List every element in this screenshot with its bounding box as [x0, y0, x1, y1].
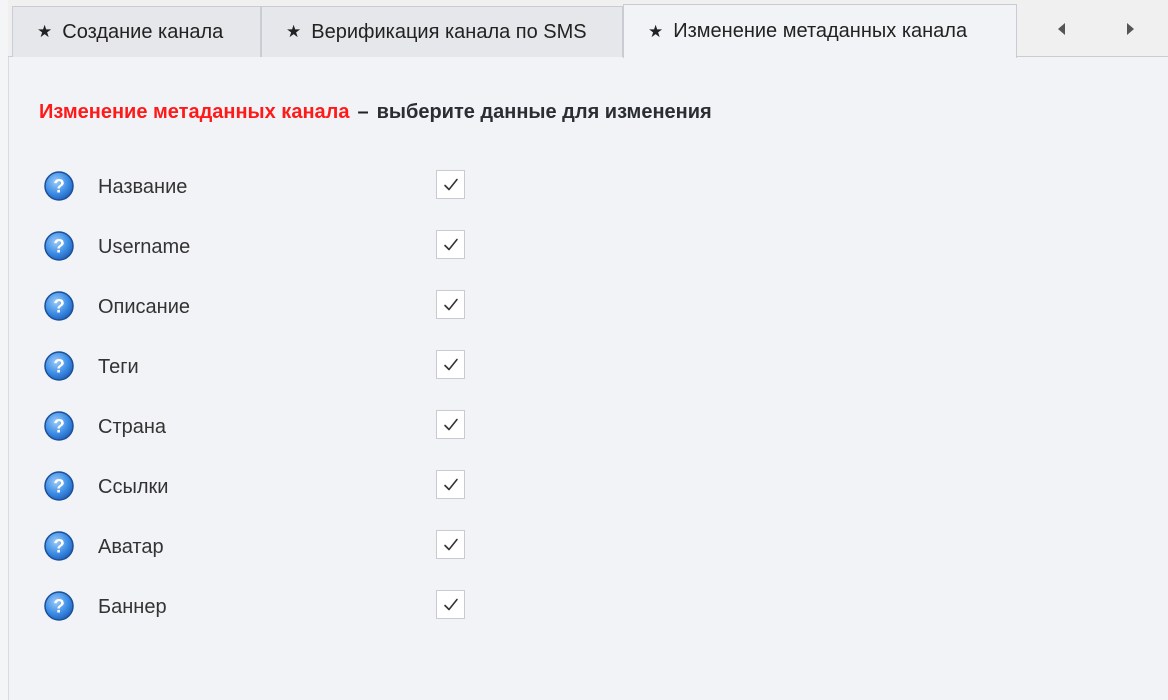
- checkmark-icon: [443, 178, 458, 190]
- svg-text:?: ?: [53, 297, 65, 318]
- option-label: Название: [98, 176, 188, 198]
- checkbox-avatar[interactable]: [436, 530, 465, 559]
- option-row-description: ? Описание: [41, 290, 501, 326]
- checkbox-tags[interactable]: [436, 350, 465, 379]
- tab-scroll-right-button[interactable]: [1110, 4, 1150, 54]
- tab-label: Верификация канала по SMS: [311, 20, 587, 43]
- checkbox-country[interactable]: [436, 410, 465, 439]
- question-circle-icon[interactable]: ?: [43, 470, 75, 502]
- option-label: Username: [98, 236, 191, 258]
- tab-label: Создание канала: [62, 20, 224, 43]
- star-icon: ★: [648, 21, 664, 41]
- tab-panel: Изменение метаданных канала – выберите дан…: [9, 57, 1168, 700]
- tab-sms-verification[interactable]: ★ Верификация канала по SMS: [261, 6, 623, 57]
- question-circle-icon[interactable]: ?: [43, 230, 75, 262]
- svg-text:?: ?: [53, 177, 65, 198]
- question-circle-icon[interactable]: ?: [43, 290, 75, 322]
- checkmark-icon: [443, 478, 458, 490]
- option-row-country: ? Страна: [41, 410, 501, 446]
- question-circle-icon[interactable]: ?: [43, 590, 75, 622]
- svg-text:?: ?: [53, 357, 65, 378]
- question-circle-icon[interactable]: ?: [43, 350, 75, 382]
- app-window: ★ Создание канала ★ Верификация канала п…: [0, 0, 1168, 700]
- question-circle-icon[interactable]: ?: [43, 530, 75, 562]
- option-label: Аватар: [98, 536, 164, 558]
- option-row-avatar: ? Аватар: [41, 530, 501, 566]
- option-row-tags: ? Теги: [41, 350, 501, 386]
- checkbox-banner[interactable]: [436, 590, 465, 619]
- option-row-username: ? Username: [41, 230, 501, 266]
- tab-label: Изменение метаданных канала: [673, 20, 968, 42]
- checkbox-description[interactable]: [436, 290, 465, 319]
- tab-scroll-left-button[interactable]: [1041, 4, 1081, 54]
- option-label: Теги: [98, 356, 139, 378]
- option-row-links: ? Ссылки: [41, 470, 501, 506]
- question-circle-icon[interactable]: ?: [43, 170, 75, 202]
- question-circle-icon[interactable]: ?: [43, 410, 75, 442]
- checkmark-icon: [443, 598, 458, 610]
- arrow-right-icon: [1126, 23, 1134, 35]
- section-subtitle: выберите данные для изменения: [376, 101, 712, 123]
- option-row-name: ? Название: [41, 170, 501, 206]
- tab-edit-metadata[interactable]: ★ Изменение метаданных канала: [623, 4, 1017, 58]
- svg-text:?: ?: [53, 237, 65, 258]
- option-row-banner: ? Баннер: [41, 590, 501, 626]
- svg-text:?: ?: [53, 537, 65, 558]
- svg-text:?: ?: [53, 477, 65, 498]
- tab-create-channel[interactable]: ★ Создание канала: [12, 6, 261, 57]
- checkmark-icon: [443, 298, 458, 310]
- left-edge: [0, 0, 9, 700]
- heading-dash: –: [357, 101, 369, 123]
- svg-text:?: ?: [53, 597, 65, 618]
- section-heading: Изменение метаданных канала – выберите дан…: [39, 101, 712, 124]
- checkmark-icon: [443, 238, 458, 250]
- option-label: Ссылки: [98, 476, 169, 498]
- option-label: Баннер: [98, 596, 167, 618]
- tab-strip: ★ Создание канала ★ Верификация канала п…: [8, 0, 1168, 58]
- star-icon: ★: [286, 22, 302, 41]
- arrow-left-icon: [1057, 23, 1065, 35]
- star-icon: ★: [37, 22, 53, 41]
- checkbox-username[interactable]: [436, 230, 465, 259]
- checkmark-icon: [443, 358, 458, 370]
- section-title: Изменение метаданных канала: [39, 101, 350, 123]
- checkbox-name[interactable]: [436, 170, 465, 199]
- option-label: Описание: [98, 296, 191, 318]
- option-label: Страна: [98, 416, 167, 438]
- checkbox-links[interactable]: [436, 470, 465, 499]
- checkmark-icon: [443, 538, 458, 550]
- checkmark-icon: [443, 418, 458, 430]
- svg-text:?: ?: [53, 417, 65, 438]
